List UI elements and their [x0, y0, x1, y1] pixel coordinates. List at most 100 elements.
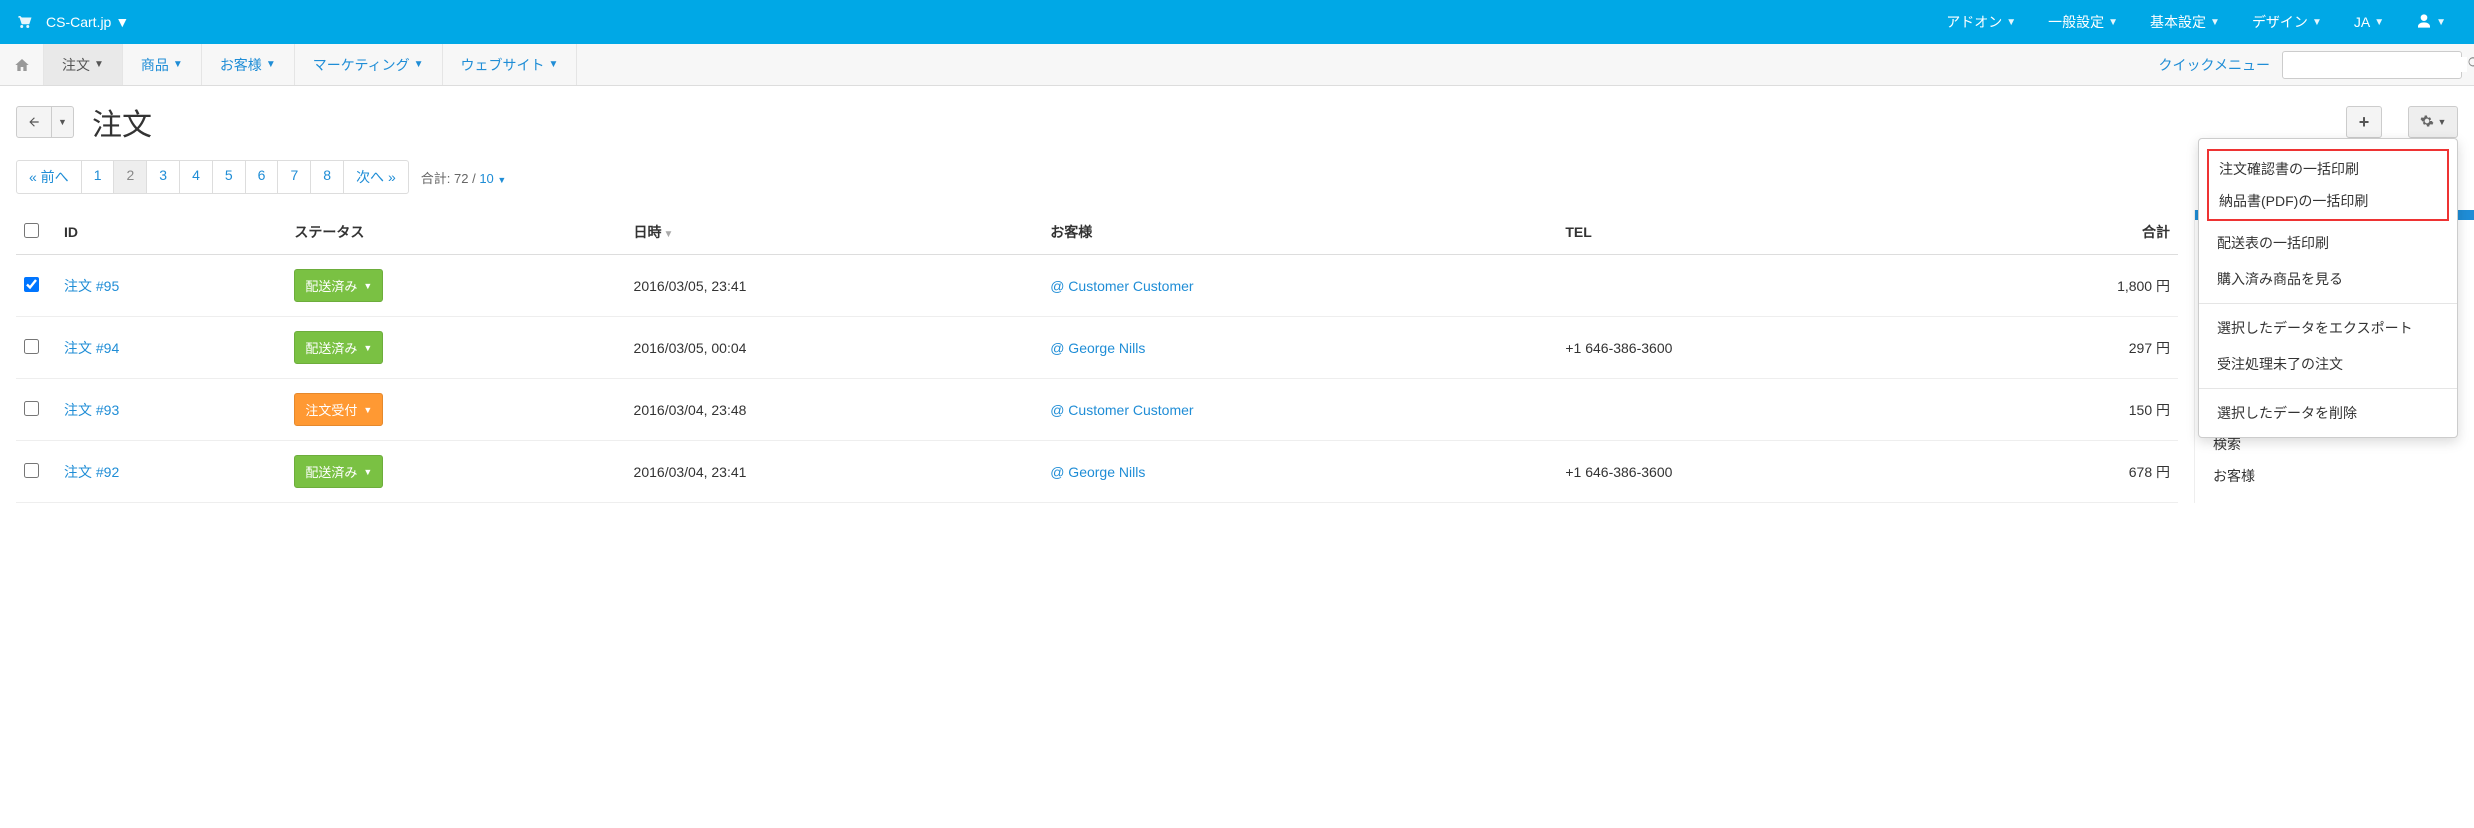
- page-title: 注文: [92, 100, 152, 144]
- topmenu-general[interactable]: 一般設定▼: [2032, 0, 2134, 44]
- cell-datetime: 2016/03/05, 23:41: [626, 255, 1043, 317]
- customer-link[interactable]: @ George Nills: [1050, 340, 1145, 356]
- page-8[interactable]: 8: [310, 160, 344, 194]
- table-header-row: ID ステータス 日時▼ お客様 TEL 合計: [16, 210, 2178, 255]
- row-checkbox[interactable]: [24, 339, 39, 354]
- side-customer-title: お客様: [2195, 460, 2474, 492]
- per-page-dropdown[interactable]: 10 ▼: [479, 171, 506, 186]
- page-1[interactable]: 1: [81, 160, 115, 194]
- customer-link[interactable]: @ George Nills: [1050, 464, 1145, 480]
- search-icon: [2467, 56, 2474, 73]
- status-dropdown[interactable]: 注文受付 ▼: [294, 393, 383, 426]
- menu-separator: [2199, 388, 2457, 389]
- topmenu-user[interactable]: ▼: [2400, 0, 2462, 44]
- cart-icon: [12, 10, 36, 34]
- row-checkbox[interactable]: [24, 463, 39, 478]
- topmenu-addons[interactable]: アドオン▼: [1930, 0, 2032, 44]
- topmenu-lang[interactable]: JA▼: [2338, 0, 2400, 44]
- status-label: 配送済み: [305, 276, 357, 295]
- order-link[interactable]: 注文 #95: [64, 278, 119, 294]
- home-button[interactable]: [0, 44, 44, 85]
- page-prev[interactable]: « 前へ: [16, 160, 82, 194]
- page-7[interactable]: 7: [277, 160, 311, 194]
- row-checkbox[interactable]: [24, 277, 39, 292]
- top-menu: アドオン▼ 一般設定▼ 基本設定▼ デザイン▼ JA▼ ▼: [1930, 0, 2462, 44]
- menu-export-selected[interactable]: 選択したデータをエクスポート: [2199, 310, 2457, 346]
- page-2[interactable]: 2: [113, 160, 147, 194]
- cell-tel: +1 646-386-3600: [1557, 317, 1955, 379]
- col-tel[interactable]: TEL: [1557, 210, 1955, 255]
- caret-down-icon: ▼: [115, 14, 129, 30]
- page-3[interactable]: 3: [146, 160, 180, 194]
- caret-down-icon: ▼: [94, 59, 104, 70]
- caret-down-icon: ▼: [2210, 17, 2220, 28]
- quick-menu-link[interactable]: クイックメニュー: [2159, 55, 2270, 75]
- menu-delete-selected[interactable]: 選択したデータを削除: [2199, 395, 2457, 431]
- gear-button[interactable]: ▼: [2408, 106, 2458, 138]
- col-datetime[interactable]: 日時▼: [626, 210, 1043, 255]
- page-next[interactable]: 次へ »: [343, 160, 409, 194]
- page-4[interactable]: 4: [179, 160, 213, 194]
- back-button[interactable]: [16, 106, 52, 138]
- nav-products[interactable]: 商品▼: [123, 44, 202, 85]
- cell-datetime: 2016/03/05, 00:04: [626, 317, 1043, 379]
- user-icon: [2416, 13, 2432, 32]
- caret-down-icon: ▼: [2108, 17, 2118, 28]
- caret-down-icon: ▼: [2312, 17, 2322, 28]
- brand-dropdown[interactable]: CS-Cart.jp ▼: [46, 14, 129, 30]
- page-5[interactable]: 5: [212, 160, 246, 194]
- caret-down-icon: ▼: [414, 59, 424, 70]
- search-box[interactable]: [2282, 51, 2462, 79]
- topmenu-basic[interactable]: 基本設定▼: [2134, 0, 2236, 44]
- customer-link[interactable]: @ Customer Customer: [1050, 278, 1193, 294]
- col-customer[interactable]: お客様: [1042, 210, 1557, 255]
- caret-down-icon: ▼: [549, 59, 559, 70]
- nav-website[interactable]: ウェブサイト▼: [443, 44, 578, 85]
- caret-down-icon: ▼: [2006, 17, 2016, 28]
- gear-dropdown-menu: 注文確認書の一括印刷 納品書(PDF)の一括印刷 配送表の一括印刷 購入済み商品…: [2198, 138, 2458, 438]
- row-checkbox[interactable]: [24, 401, 39, 416]
- nav-customers[interactable]: お客様▼: [202, 44, 295, 85]
- back-button-group: ▼: [16, 106, 74, 138]
- menu-unprocessed-orders[interactable]: 受注処理未了の注文: [2199, 346, 2457, 382]
- caret-down-icon: ▼: [58, 117, 67, 127]
- status-dropdown[interactable]: 配送済み ▼: [294, 455, 383, 488]
- plus-icon: +: [2359, 112, 2370, 133]
- select-all-checkbox[interactable]: [24, 223, 39, 238]
- customer-link[interactable]: @ Customer Customer: [1050, 402, 1193, 418]
- menu-print-shipping[interactable]: 配送表の一括印刷: [2199, 225, 2457, 261]
- nav-orders[interactable]: 注文▼: [44, 44, 123, 85]
- order-link[interactable]: 注文 #93: [64, 402, 119, 418]
- col-status[interactable]: ステータス: [286, 210, 625, 255]
- caret-down-icon: ▼: [363, 405, 372, 415]
- cell-tel: +1 646-386-3600: [1557, 441, 1955, 503]
- cell-datetime: 2016/03/04, 23:41: [626, 441, 1043, 503]
- page-6[interactable]: 6: [245, 160, 279, 194]
- status-dropdown[interactable]: 配送済み▼: [294, 331, 383, 364]
- menu-view-purchased[interactable]: 購入済み商品を見る: [2199, 261, 2457, 297]
- col-total[interactable]: 合計: [1955, 210, 2178, 255]
- navbar: 注文▼ 商品▼ お客様▼ マーケティング▼ ウェブサイト▼ クイックメニュー: [0, 44, 2474, 86]
- menu-print-confirmations[interactable]: 注文確認書の一括印刷: [2209, 153, 2447, 185]
- order-link[interactable]: 注文 #94: [64, 340, 119, 356]
- topmenu-design[interactable]: デザイン▼: [2236, 0, 2338, 44]
- nav-marketing[interactable]: マーケティング▼: [295, 44, 443, 85]
- status-label: 配送済み: [305, 462, 357, 481]
- highlighted-group: 注文確認書の一括印刷 納品書(PDF)の一括印刷: [2207, 149, 2449, 221]
- search-input[interactable]: [2291, 57, 2467, 72]
- back-dropdown[interactable]: ▼: [52, 106, 74, 138]
- caret-down-icon: ▼: [363, 467, 372, 477]
- cell-datetime: 2016/03/04, 23:48: [626, 379, 1043, 441]
- page-head: ▼ 注文 + ▼ 注文確認書の一括印刷 納品書(PDF)の一括印刷 配送表の一括…: [0, 86, 2474, 152]
- cell-tel: [1557, 379, 1955, 441]
- caret-down-icon: ▼: [2438, 117, 2447, 127]
- status-dropdown[interactable]: 配送済み▼: [294, 269, 383, 302]
- topbar: CS-Cart.jp ▼ アドオン▼ 一般設定▼ 基本設定▼ デザイン▼ JA▼…: [0, 0, 2474, 44]
- order-link[interactable]: 注文 #92: [64, 464, 119, 480]
- col-id[interactable]: ID: [56, 210, 286, 255]
- menu-print-invoices-pdf[interactable]: 納品書(PDF)の一括印刷: [2209, 185, 2447, 217]
- gear-icon: [2420, 114, 2434, 131]
- status-label: 注文受付: [305, 400, 357, 419]
- orders-table: ID ステータス 日時▼ お客様 TEL 合計 注文 #95 配送済み ▼ 2016/…: [16, 210, 2178, 503]
- add-button[interactable]: +: [2346, 106, 2382, 138]
